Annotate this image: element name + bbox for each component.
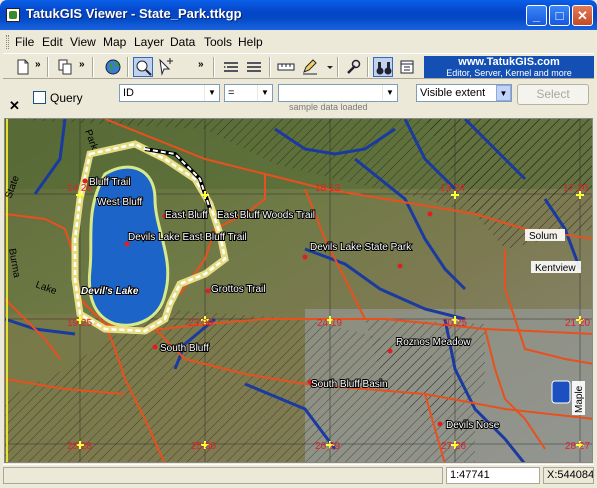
- globe-icon[interactable]: [103, 57, 123, 77]
- brand-line1: www.TatukGIS.com: [458, 56, 560, 68]
- label-east-bluff: East Bluff: [165, 210, 208, 221]
- grid-number: 26 29: [315, 441, 340, 452]
- maximize-button[interactable]: □: [549, 5, 570, 26]
- grid-number: 27 26: [441, 441, 466, 452]
- menu-map[interactable]: Map: [103, 35, 126, 49]
- app-icon: [6, 8, 20, 22]
- grid-number: 24 19: [317, 318, 342, 329]
- toolbar-separator: [213, 57, 215, 77]
- binoculars-icon[interactable]: [373, 57, 393, 77]
- ruler-icon[interactable]: [276, 57, 296, 77]
- operator-select-value: =: [228, 87, 235, 99]
- grid-number: 21 20: [565, 318, 590, 329]
- grid-number: 13 24: [440, 183, 465, 194]
- menu-view[interactable]: View: [70, 35, 96, 49]
- road-label-solum: Solum: [529, 231, 557, 242]
- field-select-value: ID: [123, 87, 134, 99]
- scale-field[interactable]: 1:47741: [446, 467, 540, 484]
- extent-select[interactable]: Visible extent ▼: [416, 84, 512, 102]
- operator-select[interactable]: = ▼: [224, 84, 273, 102]
- menu-layer[interactable]: Layer: [134, 35, 164, 49]
- grid-number: 23 30: [188, 318, 213, 329]
- close-query-icon[interactable]: ✕: [9, 98, 20, 114]
- field-select[interactable]: ID ▼: [119, 84, 220, 102]
- road-label-kentview: Kentview: [535, 263, 576, 274]
- minimize-button[interactable]: _: [526, 5, 547, 26]
- status-bar: 1:47741 X:544084: [3, 464, 594, 485]
- toolbar-overflow-3[interactable]: »: [198, 59, 204, 70]
- label-east-bluff-woods-trail: East Bluff Woods Trail: [217, 210, 315, 221]
- grid-number: 28 28: [67, 441, 92, 452]
- menu-edit[interactable]: Edit: [42, 35, 63, 49]
- title-bar: TatukGIS Viewer - State_Park.ttkgp _ □ ✕: [0, 0, 597, 30]
- query-label: Query: [50, 91, 83, 105]
- window-title: TatukGIS Viewer - State_Park.ttkgp: [26, 6, 242, 21]
- select-button[interactable]: Select: [517, 84, 589, 105]
- label-devils-nose: Devils Nose: [446, 420, 500, 431]
- menu-grip[interactable]: [6, 35, 9, 49]
- brand-banner[interactable]: www.TatukGIS.com Editor, Server, Kernel …: [424, 56, 594, 78]
- label-bluff-trail: Bluff Trail: [89, 177, 131, 188]
- chevron-down-icon: ▼: [382, 85, 397, 101]
- label-grottos-trail: Grottos Trail: [211, 284, 265, 295]
- menu-help[interactable]: Help: [238, 35, 263, 49]
- list-icon[interactable]: [244, 57, 264, 77]
- chevron-down-icon: ▼: [496, 85, 511, 101]
- value-select[interactable]: ▼: [278, 84, 398, 102]
- chevron-down-icon: ▼: [257, 85, 272, 101]
- toolbar-overflow-2[interactable]: »: [79, 59, 85, 70]
- grid-number: 19 25: [67, 318, 92, 329]
- select-arrow-icon[interactable]: [156, 57, 176, 77]
- toolbar-separator: [47, 57, 49, 77]
- label-roznos-meadow: Roznos Meadow: [396, 337, 471, 348]
- map-view[interactable]: 14 26 18 13 13 24 17 20 19 25 23 30 24 1…: [4, 118, 593, 463]
- menu-bar: File Edit View Map Layer Data Tools Help: [3, 32, 594, 52]
- toolbar-separator: [92, 57, 94, 77]
- label-west-bluff: West Bluff: [97, 197, 142, 208]
- edit-pencil-icon[interactable]: [300, 57, 320, 77]
- zoom-icon[interactable]: [133, 57, 153, 77]
- query-bar: ✕ Query ID ▼ = ▼ ▼ sample data loaded Vi…: [3, 80, 594, 118]
- toolbar: » » » www.TatukGIS.com Editor, Server, K…: [3, 53, 594, 79]
- chevron-down-icon[interactable]: [320, 57, 333, 77]
- parking-lot: [551, 380, 571, 404]
- label-devils-lake: Devil's Lake: [81, 286, 139, 297]
- status-pane-message: [3, 467, 443, 484]
- toolbar-overflow-1[interactable]: »: [35, 59, 41, 70]
- label-devils-lake-state-park: Devils Lake State Park: [310, 242, 412, 253]
- toolbar-separator: [127, 57, 129, 77]
- toolbar-separator: [337, 57, 339, 77]
- menu-data[interactable]: Data: [170, 35, 195, 49]
- sample-data-note: sample data loaded: [289, 102, 368, 112]
- query-checkbox[interactable]: [33, 91, 46, 104]
- new-project-icon[interactable]: [13, 57, 33, 77]
- grid-number: 18 13: [315, 183, 340, 194]
- window-icon[interactable]: [397, 57, 417, 77]
- align-icon[interactable]: [221, 57, 241, 77]
- grid-number: 20 25: [442, 318, 467, 329]
- copy-icon[interactable]: [55, 57, 75, 77]
- toolbar-separator: [367, 57, 369, 77]
- extent-select-value: Visible extent: [420, 87, 486, 99]
- close-button[interactable]: ✕: [572, 5, 593, 26]
- label-south-bluff: South Bluff: [160, 343, 209, 354]
- grid-number: 25 30: [191, 441, 216, 452]
- road-label-text: Maple: [574, 385, 585, 413]
- menu-tools[interactable]: Tools: [204, 35, 232, 49]
- coords-readout: X:544084: [543, 467, 594, 484]
- grid-number: 17 20: [563, 183, 588, 194]
- road-label-maple: Maple: [572, 381, 585, 415]
- label-devils-lake-east-bluff-trail: Devils Lake East Bluff Trail: [128, 232, 247, 243]
- map-canvas[interactable]: 14 26 18 13 13 24 17 20 19 25 23 30 24 1…: [5, 119, 593, 463]
- wrench-icon[interactable]: [343, 57, 363, 77]
- grid-number: 28 27: [565, 441, 590, 452]
- brand-line2: Editor, Server, Kernel and more: [446, 68, 572, 78]
- menu-file[interactable]: File: [15, 35, 34, 49]
- chevron-down-icon: ▼: [204, 85, 219, 101]
- toolbar-separator: [269, 57, 271, 77]
- label-south-bluff-basin: South Bluff Basin: [311, 379, 388, 390]
